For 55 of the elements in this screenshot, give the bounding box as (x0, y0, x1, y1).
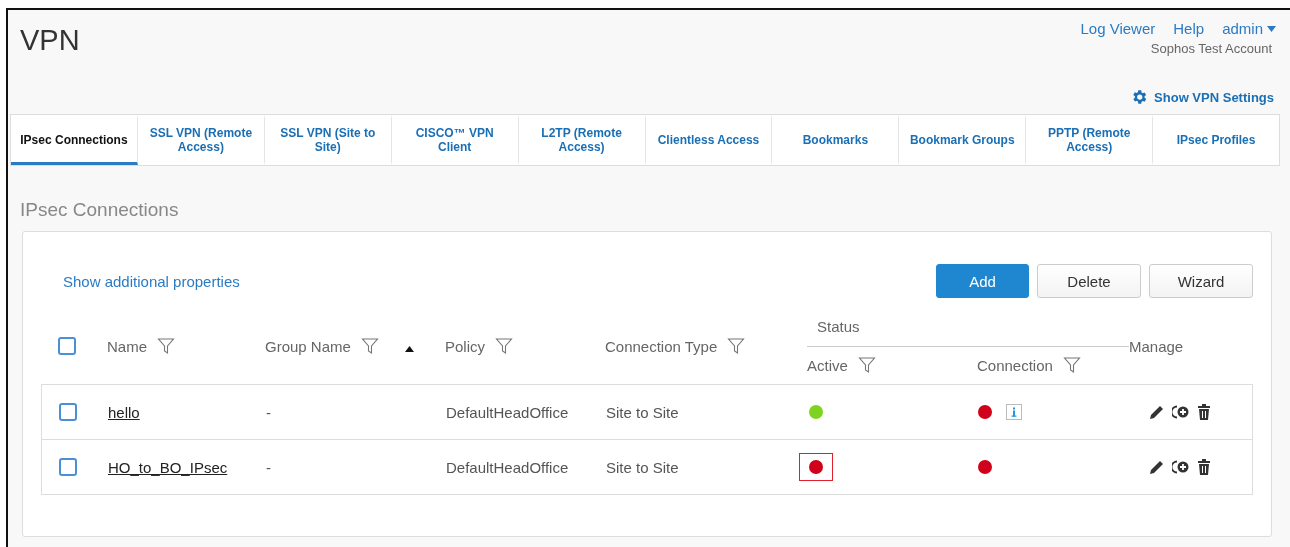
tab[interactable]: Bookmarks (772, 115, 900, 165)
page-title: VPN (20, 24, 80, 58)
header-link[interactable]: Log Viewer (1080, 20, 1156, 37)
section-title: IPsec Connections (20, 199, 180, 221)
tab[interactable]: IPsec Connections (11, 115, 138, 165)
table-cell: DefaultHeadOffice (446, 403, 569, 421)
additional-properties-link[interactable]: Show additional properties (63, 272, 240, 290)
column-header: Name (107, 337, 147, 355)
sort-icon[interactable] (405, 345, 414, 352)
connection-name-link[interactable]: HO_to_BO_IPsec (108, 458, 228, 476)
tab[interactable]: SSL VPN (Site to Site) (264, 115, 392, 165)
edit-icon[interactable] (1148, 458, 1166, 476)
column-header: Status (817, 318, 860, 335)
filter-icon[interactable] (157, 337, 175, 355)
filter-icon[interactable] (727, 337, 746, 355)
table-cell: Site to Site (606, 458, 679, 476)
add-circle-icon[interactable] (1172, 459, 1190, 475)
action-button[interactable]: Add (936, 264, 1029, 298)
table-cell: - (266, 458, 271, 476)
table-cell: DefaultHeadOffice (446, 458, 569, 476)
user-menu[interactable]: admin (1222, 20, 1276, 37)
tab[interactable]: PPTP (Remote Access) (1026, 115, 1154, 165)
account-name: Sophos Test Account (1150, 41, 1272, 56)
tab[interactable]: SSL VPN (Remote Access) (137, 115, 265, 165)
filter-icon[interactable] (360, 337, 379, 355)
table-cell: - (266, 403, 271, 421)
table-cell: Site to Site (606, 403, 679, 421)
column-header: Active (807, 356, 848, 374)
header-link[interactable]: Help (1173, 20, 1205, 37)
trash-icon[interactable] (1196, 458, 1212, 476)
checkbox[interactable] (59, 403, 77, 421)
checkbox[interactable] (58, 337, 76, 355)
settings-link[interactable]: Show VPN Settings (1130, 88, 1274, 106)
column-header: Group Name (265, 337, 351, 355)
filter-icon[interactable] (495, 337, 513, 355)
trash-icon[interactable] (1196, 403, 1212, 421)
action-button[interactable]: Delete (1037, 264, 1141, 298)
filter-icon[interactable] (1062, 356, 1081, 374)
caret-icon[interactable] (1267, 25, 1276, 32)
tab[interactable]: IPsec Profiles (1153, 115, 1280, 165)
filter-icon[interactable] (857, 356, 876, 374)
column-header: Policy (445, 337, 485, 355)
column-header: Connection (977, 356, 1053, 374)
connection-name-link[interactable]: hello (108, 403, 140, 421)
tab[interactable]: Clientless Access (645, 115, 773, 165)
tab[interactable]: CISCO™ VPN Client (391, 115, 519, 165)
tab[interactable]: Bookmark Groups (899, 115, 1027, 165)
checkbox[interactable] (59, 458, 77, 476)
info-icon[interactable] (1006, 404, 1022, 420)
column-header: Manage (1129, 337, 1184, 355)
edit-icon[interactable] (1148, 403, 1166, 421)
column-header: Connection Type (605, 337, 718, 355)
add-circle-icon[interactable] (1172, 404, 1190, 420)
action-button[interactable]: Wizard (1149, 264, 1253, 298)
tab[interactable]: L2TP (Remote Access) (518, 115, 646, 165)
